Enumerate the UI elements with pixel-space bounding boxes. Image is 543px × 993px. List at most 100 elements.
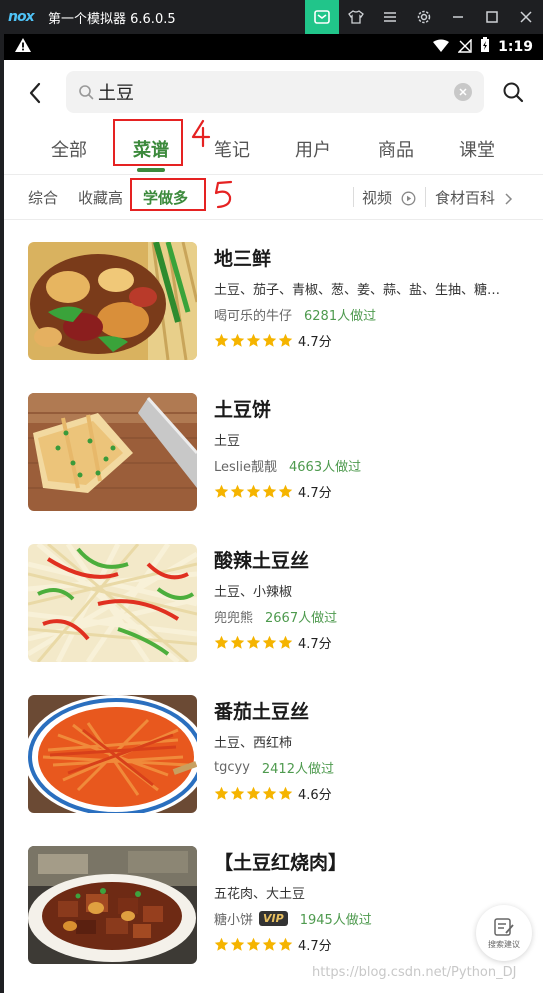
filter-comprehensive[interactable]: 综合 — [28, 187, 58, 208]
star-icon — [246, 333, 261, 347]
recipe-title[interactable]: 土豆饼 — [214, 395, 524, 422]
filter-video[interactable]: 视频 — [362, 187, 416, 208]
recipe-score: 4.6分 — [298, 788, 332, 803]
filter-bar: 综合 收藏高 学做多 视频 食材百科 — [4, 175, 543, 219]
play-icon — [401, 191, 416, 206]
star-icon — [278, 786, 293, 800]
recipe-title[interactable]: 【土豆红烧肉】 — [214, 848, 524, 875]
recipe-title[interactable]: 番茄土豆丝 — [214, 697, 524, 724]
recipe-photo[interactable] — [28, 242, 197, 360]
shirt-icon[interactable] — [339, 0, 373, 34]
search-suggestion-label: 搜索建议 — [488, 939, 520, 949]
star-icon — [214, 635, 229, 649]
search-button[interactable] — [501, 80, 525, 104]
emulator-title-bar: nox 第一个模拟器 6.6.0.5 — [0, 0, 543, 34]
star-icon — [278, 635, 293, 649]
recipe-item[interactable]: 土豆饼 土豆 Leslie靓靓 4663人做过 4.7分 — [4, 371, 543, 522]
recipe-item[interactable]: 地三鲜 土豆、茄子、青椒、葱、姜、蒜、盐、生抽、糖、醋、淀粉 喝可乐的牛仔 62… — [4, 220, 543, 371]
annotation-number-4 — [191, 119, 211, 148]
recipe-item[interactable]: 酸辣土豆丝 土豆、小辣椒 兜兜熊 2667人做过 4.7分 — [4, 522, 543, 673]
recipe-rating: 4.7分 — [214, 633, 524, 652]
star-icon — [230, 786, 245, 800]
recipe-rating: 4.6分 — [214, 784, 524, 803]
recipe-ingredients: 土豆、小辣椒 — [214, 585, 293, 600]
star-icon — [246, 484, 261, 498]
recipe-score: 4.7分 — [298, 637, 332, 652]
back-arrow-icon — [29, 82, 41, 104]
filter-video-label: 视频 — [362, 189, 393, 207]
filter-most-favorited[interactable]: 收藏高 — [78, 187, 123, 208]
star-icon — [278, 333, 293, 347]
mail-icon[interactable] — [305, 0, 339, 34]
battery-icon — [480, 37, 490, 57]
clear-search-button[interactable] — [454, 83, 472, 101]
clear-icon — [459, 88, 467, 96]
status-time: 1:19 — [498, 39, 533, 55]
search-suggestion-button[interactable]: 搜索建议 — [476, 905, 532, 961]
recipe-score: 4.7分 — [298, 939, 332, 954]
watermark: https://blog.csdn.net/Python_DJ — [312, 965, 517, 980]
recipe-author[interactable]: 兜兜熊 — [214, 607, 253, 626]
recipe-photo[interactable] — [28, 544, 197, 662]
close-icon[interactable] — [509, 0, 543, 34]
tab-all[interactable]: 全部 — [51, 136, 87, 162]
star-icon — [214, 937, 229, 951]
star-icon — [230, 937, 245, 951]
recipe-made-count: 2667人做过 — [265, 611, 338, 626]
filter-separator — [353, 187, 354, 207]
tab-users[interactable]: 用户 — [295, 136, 331, 162]
star-icon — [262, 484, 277, 498]
recipe-title[interactable]: 地三鲜 — [214, 244, 524, 271]
recipe-title[interactable]: 酸辣土豆丝 — [214, 546, 524, 573]
search-box[interactable] — [66, 71, 484, 113]
star-icon — [246, 635, 261, 649]
recipe-rating: 4.7分 — [214, 331, 524, 350]
active-tab-indicator — [137, 168, 165, 172]
maximize-icon[interactable] — [475, 0, 509, 34]
back-button[interactable] — [20, 78, 50, 108]
recipe-made-count: 2412人做过 — [261, 762, 334, 777]
search-icon — [78, 84, 94, 100]
minimize-icon[interactable] — [441, 0, 475, 34]
filter-ingredient-wiki-label: 食材百科 — [435, 189, 496, 207]
recipe-item[interactable]: 番茄土豆丝 土豆、西红柿 tgcyy 2412人做过 4.6分 — [4, 673, 543, 824]
recipe-author[interactable]: 糖小饼 — [214, 909, 253, 928]
recipe-made-count: 6281人做过 — [304, 309, 377, 324]
no-signal-icon — [457, 37, 472, 57]
recipe-ingredients: 土豆、西红柿 — [214, 736, 293, 751]
chevron-right-icon — [505, 192, 512, 205]
recipe-ingredients: 五花肉、大土豆 — [214, 887, 306, 902]
recipe-photo[interactable] — [28, 846, 197, 964]
recipe-ingredients: 土豆、茄子、青椒、葱、姜、蒜、盐、生抽、糖、醋、淀粉 — [214, 283, 510, 298]
star-icon — [262, 333, 277, 347]
recipe-author[interactable]: Leslie靓靓 — [214, 456, 277, 475]
search-header — [4, 60, 543, 124]
search-input[interactable] — [98, 81, 428, 103]
filter-separator — [425, 187, 426, 207]
star-icon — [214, 786, 229, 800]
tab-classes[interactable]: 课堂 — [459, 136, 495, 162]
star-icon — [262, 786, 277, 800]
recipe-author[interactable]: tgcyy — [214, 760, 250, 775]
star-icon — [214, 484, 229, 498]
annotation-box-tab — [113, 119, 183, 166]
annotation-box-filter — [130, 178, 206, 211]
star-icon — [214, 333, 229, 347]
recipe-score: 4.7分 — [298, 486, 332, 501]
recipe-photo[interactable] — [28, 695, 197, 813]
filter-ingredient-wiki[interactable]: 食材百科 — [435, 187, 513, 208]
recipe-made-count: 4663人做过 — [289, 460, 362, 475]
vip-badge: VIP — [259, 911, 288, 926]
menu-icon[interactable] — [373, 0, 407, 34]
star-icon — [246, 937, 261, 951]
recipe-photo[interactable] — [28, 393, 197, 511]
tab-products[interactable]: 商品 — [378, 136, 414, 162]
star-icon — [230, 635, 245, 649]
recipe-item[interactable]: 【土豆红烧肉】 五花肉、大土豆 糖小饼 VIP 1945人做过 4.7分 — [4, 824, 543, 975]
recipe-rating: 4.7分 — [214, 482, 524, 501]
warning-icon — [14, 37, 32, 57]
recipe-author[interactable]: 喝可乐的牛仔 — [214, 305, 292, 324]
tab-notes[interactable]: 笔记 — [214, 136, 250, 162]
star-icon — [262, 937, 277, 951]
gear-icon[interactable] — [407, 0, 441, 34]
